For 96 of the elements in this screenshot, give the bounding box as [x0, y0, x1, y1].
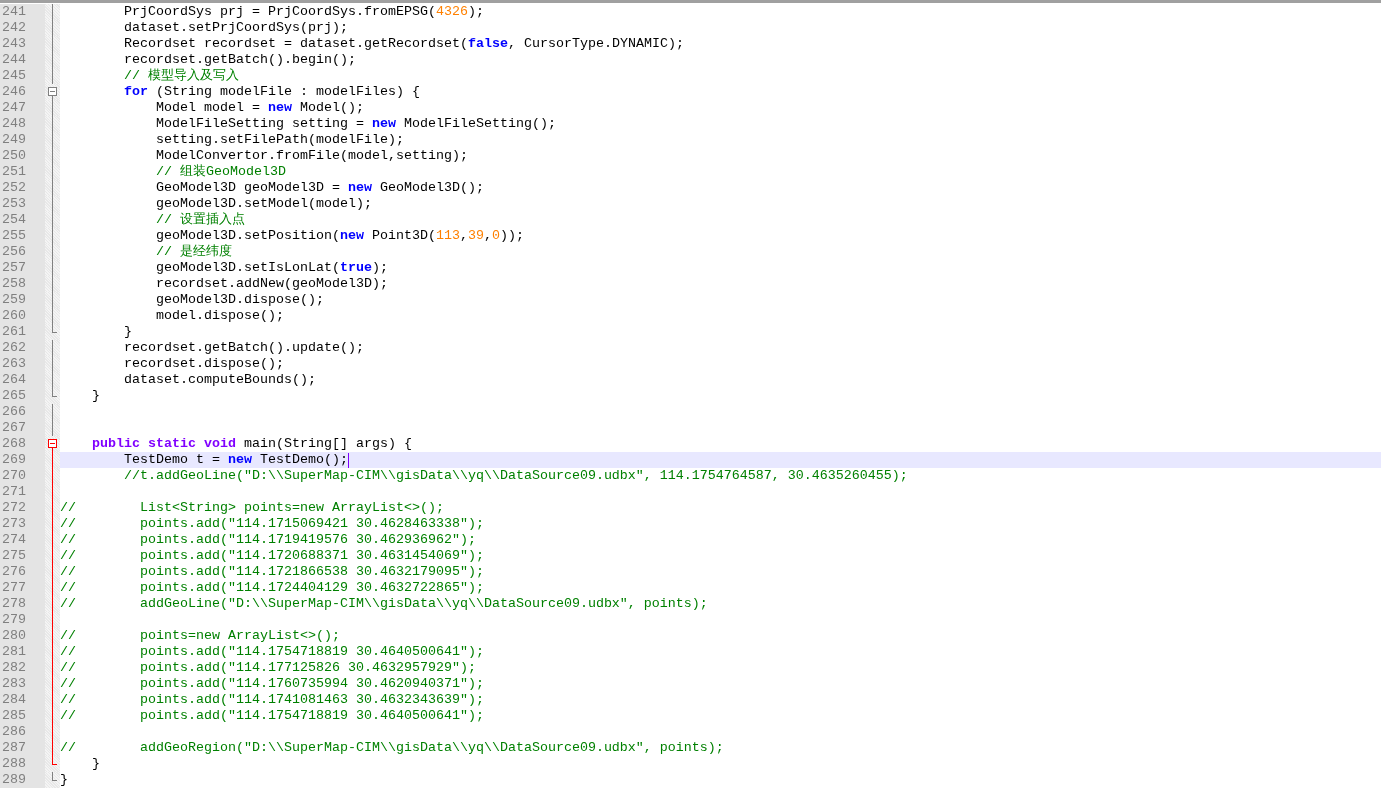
line-number: 255	[0, 228, 45, 244]
code-line: // points.add("114.1720688371 30.4631454069");	[60, 548, 484, 564]
fold-collapse-icon[interactable]	[48, 439, 57, 448]
code-line: // 设置插入点	[154, 212, 245, 228]
code-line: recordset.addNew(geoModel3D);	[154, 276, 388, 292]
code-line: Recordset recordset = dataset.getRecordset(false, CursorType.DYNAMIC);	[123, 36, 684, 52]
line-number: 260	[0, 308, 45, 324]
code-line: }	[60, 772, 68, 788]
line-number: 275	[0, 548, 45, 564]
line-number: 256	[0, 244, 45, 260]
line-number: 266	[0, 404, 45, 420]
code-line: // points.add("114.1721866538 30.4632179095");	[60, 564, 484, 580]
line-number: 264	[0, 372, 45, 388]
code-line: recordset.dispose();	[123, 356, 284, 372]
line-number: 271	[0, 484, 45, 500]
line-number: 243	[0, 36, 45, 52]
code-line: // points.add("114.1760735994 30.4620940371");	[60, 676, 484, 692]
line-number: 274	[0, 532, 45, 548]
line-number: 250	[0, 148, 45, 164]
line-number: 286	[0, 724, 45, 740]
line-number: 245	[0, 68, 45, 84]
code-line: recordset.getBatch().begin();	[123, 52, 356, 68]
code-line: // points=new ArrayList<>();	[60, 628, 340, 644]
line-number: 268	[0, 436, 45, 452]
line-number: 278	[0, 596, 45, 612]
code-line: setting.setFilePath(modelFile);	[154, 132, 404, 148]
line-number: 283	[0, 676, 45, 692]
line-number: 277	[0, 580, 45, 596]
line-number: 252	[0, 180, 45, 196]
line-number: 279	[0, 612, 45, 628]
code-line: model.dispose();	[154, 308, 284, 324]
line-number: 265	[0, 388, 45, 404]
line-number: 251	[0, 164, 45, 180]
code-line: // points.add("114.1724404129 30.4632722865");	[60, 580, 484, 596]
code-line: Model model = new Model();	[154, 100, 364, 116]
code-line: ModelFileSetting setting = new ModelFileSetting();	[154, 116, 556, 132]
line-number: 269	[0, 452, 45, 468]
code-line: // points.add("114.1754718819 30.4640500641");	[60, 708, 484, 724]
code-line: dataset.setPrjCoordSys(prj);	[123, 20, 348, 36]
code-line: // addGeoLine("D:\\SuperMap-CIM\\gisData\\yq\\DataSource09.udbx", points);	[60, 596, 708, 612]
line-number: 270	[0, 468, 45, 484]
code-line: public static void main(String[] args) {	[91, 436, 412, 452]
line-number: 272	[0, 500, 45, 516]
code-line: //t.addGeoLine("D:\\SuperMap-CIM\\gisData\\yq\\DataSource09.udbx", 114.1754764587, 30.4635260455);	[123, 468, 908, 484]
line-number: 248	[0, 116, 45, 132]
code-line: }	[91, 756, 100, 772]
line-number: 247	[0, 100, 45, 116]
code-line: geoModel3D.dispose();	[154, 292, 324, 308]
code-line: // addGeoRegion("D:\\SuperMap-CIM\\gisData\\yq\\DataSource09.udbx", points);	[60, 740, 724, 756]
line-number: 242	[0, 20, 45, 36]
line-number: 244	[0, 52, 45, 68]
code-line: dataset.computeBounds();	[123, 372, 316, 388]
line-number: 267	[0, 420, 45, 436]
text-cursor	[347, 452, 349, 468]
line-number: 289	[0, 772, 45, 788]
line-number: 249	[0, 132, 45, 148]
line-number: 254	[0, 212, 45, 228]
line-number: 280	[0, 628, 45, 644]
code-line: // points.add("114.1715069421 30.4628463338");	[60, 516, 484, 532]
line-number: 261	[0, 324, 45, 340]
code-line: PrjCoordSys prj = PrjCoordSys.fromEPSG(4326);	[123, 4, 484, 20]
line-number: 258	[0, 276, 45, 292]
code-line: // points.add("114.1741081463 30.4632343639");	[60, 692, 484, 708]
line-number: 246	[0, 84, 45, 100]
code-line: // 是经纬度	[154, 244, 232, 260]
code-line: ModelConvertor.fromFile(model,setting);	[154, 148, 468, 164]
line-number: 259	[0, 292, 45, 308]
code-line: GeoModel3D geoModel3D = new GeoModel3D();	[154, 180, 484, 196]
code-line: // 模型导入及写入	[123, 68, 239, 84]
line-number: 281	[0, 644, 45, 660]
code-line: }	[123, 324, 132, 340]
line-number: 288	[0, 756, 45, 772]
line-number: 284	[0, 692, 45, 708]
code-line: // points.add("114.1754718819 30.4640500641");	[60, 644, 484, 660]
code-line: TestDemo t = new TestDemo();	[123, 452, 348, 468]
line-number: 282	[0, 660, 45, 676]
line-number: 262	[0, 340, 45, 356]
code-line: // points.add("114.1719419576 30.462936962");	[60, 532, 476, 548]
code-line: // points.add("114.177125826 30.4632957929");	[60, 660, 476, 676]
code-line: // List<String> points=new ArrayList<>();	[60, 500, 444, 516]
line-number: 287	[0, 740, 45, 756]
code-line: // 组装GeoModel3D	[154, 164, 286, 180]
line-number: 257	[0, 260, 45, 276]
line-number: 253	[0, 196, 45, 212]
line-number: 273	[0, 516, 45, 532]
line-number: 263	[0, 356, 45, 372]
code-line: recordset.getBatch().update();	[123, 340, 364, 356]
code-line: geoModel3D.setPosition(new Point3D(113,39,0));	[154, 228, 524, 244]
line-number: 241	[0, 4, 45, 20]
fold-collapse-icon[interactable]	[48, 87, 57, 96]
code-line: for (String modelFile : modelFiles) {	[123, 84, 420, 100]
line-number: 285	[0, 708, 45, 724]
code-line: geoModel3D.setIsLonLat(true);	[154, 260, 388, 276]
line-number: 276	[0, 564, 45, 580]
code-line: geoModel3D.setModel(model);	[154, 196, 372, 212]
code-line: }	[91, 388, 100, 404]
